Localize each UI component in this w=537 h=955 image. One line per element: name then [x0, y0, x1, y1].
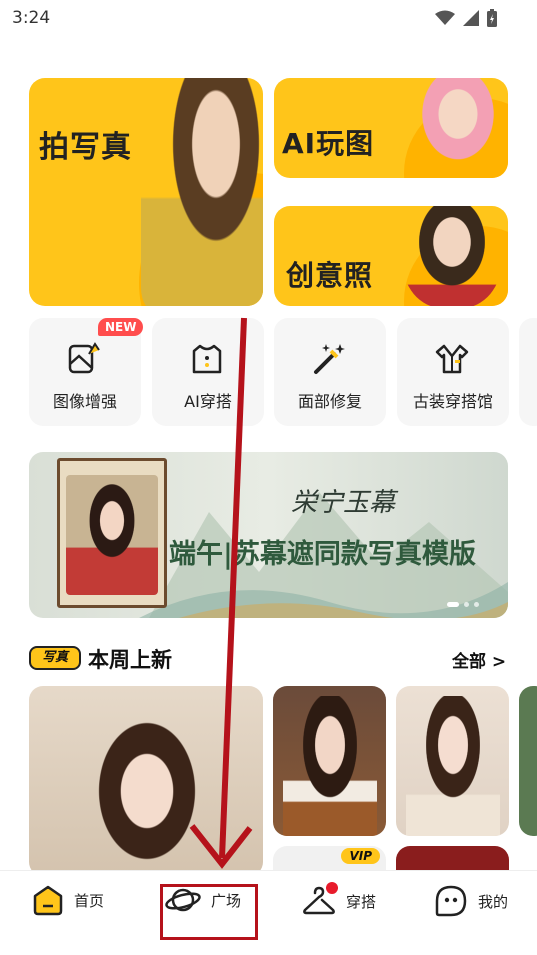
portrait-image [141, 78, 263, 306]
see-all-link[interactable]: 全部 > [452, 647, 506, 672]
child-portrait [402, 206, 502, 306]
shirt-icon [192, 344, 222, 374]
banner-caption: 端午|苏幕遮同款写真模版 [169, 539, 476, 570]
nav-me[interactable]: 我的 [434, 884, 508, 918]
tool-face-repair[interactable]: 面部修复 [274, 318, 386, 426]
signal-icon [463, 10, 479, 26]
photo-shoot-label: 拍写真 [39, 130, 132, 165]
tool-label: 古装穿搭馆 [412, 392, 493, 411]
photo-card-2[interactable] [273, 686, 386, 836]
home-icon [33, 885, 63, 916]
scroll-frame [57, 458, 167, 608]
photo-card-1[interactable] [29, 686, 263, 876]
ai-play-card[interactable]: AI玩图 [274, 78, 508, 178]
photo-portrait [406, 696, 500, 836]
tool-partial[interactable] [519, 318, 537, 426]
tool-label: 面部修复 [297, 392, 362, 411]
photo-portrait [77, 710, 217, 876]
nav-label: 首页 [74, 891, 105, 910]
section-badge: 写真 [29, 646, 81, 670]
magic-wand-icon [314, 344, 345, 374]
section-title: 本周上新 [88, 648, 172, 672]
banner-logo-text: 栄宁玉幕 [291, 488, 396, 518]
vip-badge: VIP [341, 848, 380, 864]
tool-ai-outfit[interactable]: AI穿搭 [152, 318, 264, 426]
costume-icon [435, 344, 469, 374]
nav-square-highlight [160, 884, 258, 940]
promo-banner[interactable]: 栄宁玉幕 端午|苏幕遮同款写真模版 [29, 452, 508, 618]
nav-home[interactable]: 首页 [32, 884, 104, 916]
photo-shoot-card[interactable]: 拍写真 [29, 78, 263, 306]
image-enhance-icon [68, 342, 100, 374]
nav-outfit[interactable]: 穿搭 [302, 882, 377, 918]
photo-portrait [283, 696, 377, 836]
tool-costume-hall[interactable]: 古装穿搭馆 [397, 318, 509, 426]
creative-photo-label: 创意照 [286, 259, 374, 292]
photo-card-3[interactable] [396, 686, 509, 836]
banner-portrait [66, 475, 158, 595]
banner-page-indicator [447, 602, 479, 607]
wifi-icon [435, 10, 455, 25]
new-badge: NEW [98, 318, 144, 336]
status-icons [435, 9, 497, 27]
notification-dot [326, 882, 338, 894]
creative-photo-card[interactable]: 创意照 [274, 206, 508, 306]
pink-hair-portrait [406, 78, 508, 178]
profile-icon [435, 885, 467, 917]
photo-card-partial-1[interactable] [519, 686, 537, 836]
tool-label: 图像增强 [52, 392, 117, 411]
tool-label: AI穿搭 [184, 392, 232, 411]
ai-play-label: AI玩图 [282, 127, 375, 160]
nav-label: 穿搭 [346, 892, 377, 911]
battery-icon [487, 9, 497, 27]
nav-label: 我的 [478, 892, 509, 911]
status-time: 3:24 [12, 8, 51, 28]
